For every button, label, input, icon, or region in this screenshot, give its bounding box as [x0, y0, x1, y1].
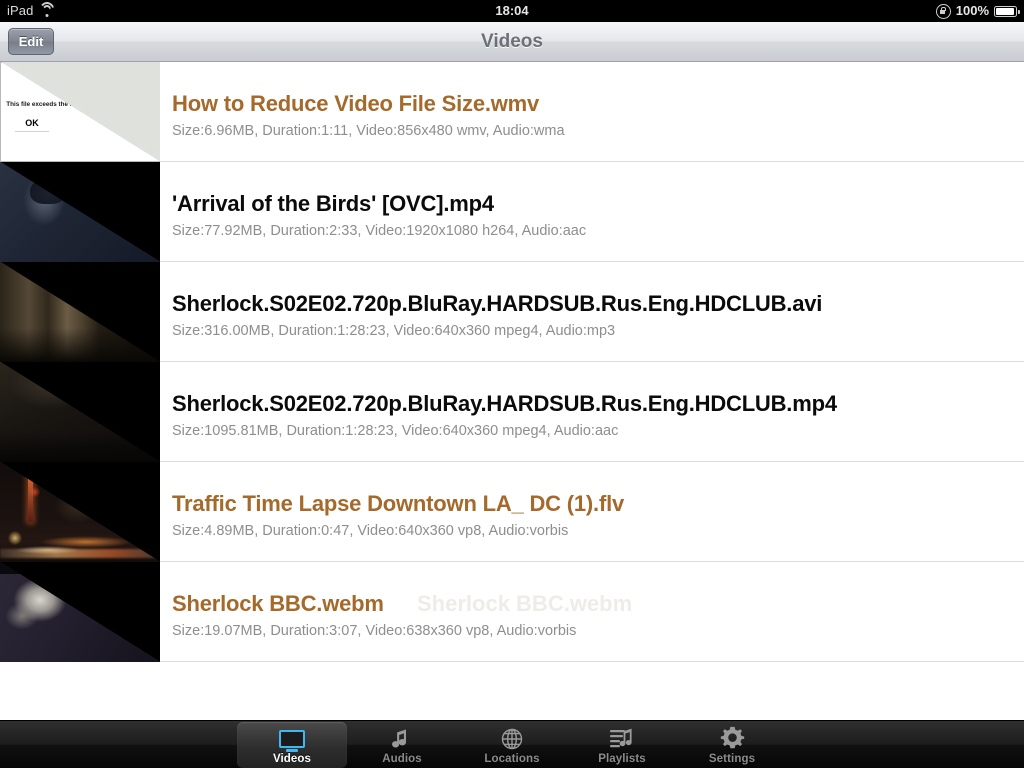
list-item[interactable]: This file exceeds the 25MB attachment li…: [0, 62, 1024, 162]
thumbnail-dialog-ok-button: OK: [15, 117, 49, 132]
video-title: Sherlock.S02E02.720p.BluRay.HARDSUB.Rus.…: [172, 291, 823, 316]
list-item[interactable]: Sherlock BBC.webm Sherlock BBC.webm Size…: [0, 562, 1024, 662]
list-item[interactable]: Sherlock.S02E02.720p.BluRay.HARDSUB.Rus.…: [0, 262, 1024, 362]
music-note-icon: [387, 726, 417, 752]
video-thumbnail[interactable]: [0, 362, 160, 462]
list-item-info: Sherlock.S02E02.720p.BluRay.HARDSUB.Rus.…: [172, 262, 1016, 362]
tab-locations[interactable]: Locations: [457, 722, 567, 768]
list-item-info: Sherlock.S02E02.720p.BluRay.HARDSUB.Rus.…: [172, 362, 1016, 462]
list-item[interactable]: Traffic Time Lapse Downtown LA_ DC (1).f…: [0, 462, 1024, 562]
video-title: Sherlock BBC.webm: [172, 591, 384, 616]
tab-settings[interactable]: Settings: [677, 722, 787, 768]
video-metadata: Size:316.00MB, Duration:1:28:23, Video:6…: [172, 323, 616, 339]
thumbnail-art-dark-forest-scene: [0, 262, 160, 362]
video-metadata: Size:1095.81MB, Duration:1:28:23, Video:…: [172, 423, 619, 439]
tab-locations-label: Locations: [484, 752, 540, 765]
page-title: Videos: [481, 31, 543, 52]
video-title: Sherlock.S02E02.720p.BluRay.HARDSUB.Rus.…: [172, 391, 837, 416]
video-metadata: Size:6.96MB, Duration:1:11, Video:856x48…: [172, 123, 565, 139]
video-title: 'Arrival of the Birds' [OVC].mp4: [172, 191, 494, 216]
tab-playlists[interactable]: Playlists: [567, 722, 677, 768]
thumbnail-art-blue-lit-face-scene: [0, 162, 160, 262]
tab-audios[interactable]: Audios: [347, 722, 457, 768]
battery-icon: [994, 5, 1020, 17]
list-item[interactable]: Sherlock.S02E02.720p.BluRay.HARDSUB.Rus.…: [0, 362, 1024, 462]
tab-videos[interactable]: Videos: [237, 722, 347, 768]
video-title: How to Reduce Video File Size.wmv: [172, 91, 540, 116]
thumbnail-dialog-message: This file exceeds the 25MB attachment li…: [6, 101, 158, 108]
tab-settings-label: Settings: [708, 752, 756, 765]
video-title: Traffic Time Lapse Downtown LA_ DC (1).f…: [172, 491, 625, 516]
status-bar-right: 100%: [935, 0, 1020, 22]
status-bar: iPad 18:04 100%: [0, 0, 1024, 22]
playlist-icon: [607, 726, 637, 752]
thumbnail-art-dark-purple-face-scene: [0, 562, 160, 662]
video-metadata: Size:19.07MB, Duration:3:07, Video:638x3…: [172, 623, 577, 639]
video-thumbnail[interactable]: [0, 562, 160, 662]
tab-videos-label: Videos: [272, 752, 312, 765]
video-list[interactable]: This file exceeds the 25MB attachment li…: [0, 62, 1024, 720]
video-metadata: Size:77.92MB, Duration:2:33, Video:1920x…: [172, 223, 587, 239]
video-title-ghost-artifact: Sherlock BBC.webm: [417, 591, 633, 616]
list-item-info: Traffic Time Lapse Downtown LA_ DC (1).f…: [172, 462, 1016, 562]
video-thumbnail[interactable]: [0, 462, 160, 562]
resize-grip-icon: [151, 65, 157, 71]
tab-playlists-label: Playlists: [598, 752, 646, 765]
battery-percent-label: 100%: [955, 3, 989, 18]
tab-audios-label: Audios: [382, 752, 422, 765]
navigation-bar: Edit Videos: [0, 22, 1024, 62]
list-item-info: 'Arrival of the Birds' [OVC].mp4 Size:77…: [172, 162, 1016, 262]
thumbnail-art-very-dark-scene: [0, 362, 160, 462]
thumbnail-art-night-city-neon-scene: [0, 462, 160, 562]
tv-icon: [277, 726, 307, 752]
video-thumbnail[interactable]: This file exceeds the 25MB attachment li…: [0, 62, 160, 162]
tab-bar: Videos Audios Locations Playlists Settin…: [0, 720, 1024, 768]
video-metadata: Size:4.89MB, Duration:0:47, Video:640x36…: [172, 523, 569, 539]
gear-icon: [717, 726, 747, 752]
globe-icon: [497, 726, 527, 752]
video-thumbnail[interactable]: [0, 262, 160, 362]
list-item[interactable]: 'Arrival of the Birds' [OVC].mp4 Size:77…: [0, 162, 1024, 262]
list-item-info: How to Reduce Video File Size.wmv Size:6…: [172, 62, 1016, 162]
list-separator: [160, 661, 1024, 662]
ipad-video-library-app: iPad 18:04 100% Edit Videos This file ex…: [0, 0, 1024, 768]
rotation-lock-icon: [935, 3, 951, 19]
list-item-info: Sherlock BBC.webm Sherlock BBC.webm Size…: [172, 562, 1016, 662]
status-bar-clock: 18:04: [495, 3, 529, 18]
video-thumbnail[interactable]: [0, 162, 160, 262]
thumbnail-art-dialog-screenshot: This file exceeds the 25MB attachment li…: [0, 62, 160, 162]
